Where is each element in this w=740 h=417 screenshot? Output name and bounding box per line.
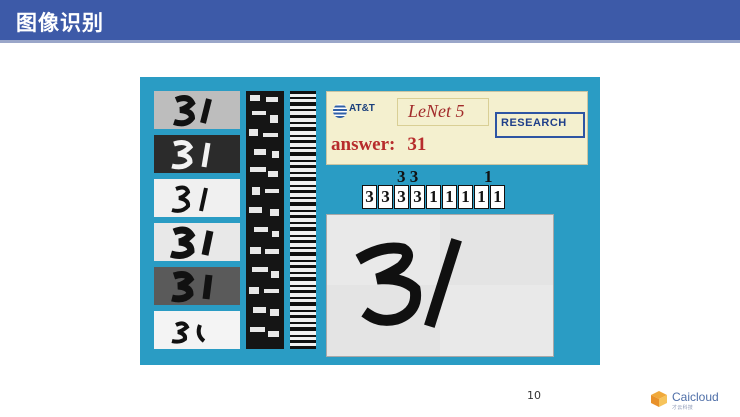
cube-logo-icon — [651, 391, 667, 407]
input-thumbnail — [154, 267, 240, 305]
input-thumbnail — [154, 179, 240, 217]
input-digit-image — [326, 214, 554, 357]
att-globe-icon — [333, 104, 347, 118]
lenet-banner: AT&T LeNet 5 RESEARCH answer: 31 — [326, 91, 588, 165]
input-thumbnail — [154, 223, 240, 261]
segment-cell: 3 — [394, 185, 409, 209]
segmentation-row: 3 3 3 3 1 1 1 1 1 — [362, 185, 506, 209]
logo-text: Caicloud — [672, 390, 719, 404]
segment-cell: 1 — [442, 185, 457, 209]
model-name: LeNet 5 — [408, 101, 465, 121]
lenet-demo-figure: AT&T LeNet 5 RESEARCH answer: 31 3 3 1 3 … — [140, 77, 600, 365]
feature-maps-column — [246, 91, 284, 349]
answer-label: answer: — [331, 134, 396, 155]
page-number: 10 — [527, 389, 541, 402]
att-brand: AT&T — [349, 103, 375, 114]
model-name-box: LeNet 5 — [397, 98, 489, 126]
segment-label-right: 1 — [484, 167, 493, 186]
input-thumbnail — [154, 311, 240, 349]
header-divider — [0, 40, 740, 43]
segment-cell: 1 — [474, 185, 489, 209]
input-thumbnail — [154, 91, 240, 129]
segment-cell: 1 — [490, 185, 505, 209]
segment-cell: 3 — [378, 185, 393, 209]
answer-value: 31 — [407, 134, 427, 155]
slide-title: 图像识别 — [16, 11, 104, 35]
slide-header: 图像识别 — [0, 0, 740, 40]
input-thumbnail — [154, 135, 240, 173]
logo-subtext: 才云科技 — [672, 405, 694, 411]
caicloud-logo: Caicloud 才云科技 — [650, 388, 730, 412]
segment-cell: 1 — [426, 185, 441, 209]
research-box: RESEARCH — [495, 112, 585, 138]
segment-cell: 3 — [362, 185, 377, 209]
research-label: RESEARCH — [501, 117, 567, 129]
feature-barcode-column — [290, 91, 316, 349]
segment-cell: 3 — [410, 185, 425, 209]
segment-label-left: 3 3 — [397, 167, 419, 186]
segment-cell: 1 — [458, 185, 473, 209]
answer-line: answer: 31 — [331, 134, 426, 156]
